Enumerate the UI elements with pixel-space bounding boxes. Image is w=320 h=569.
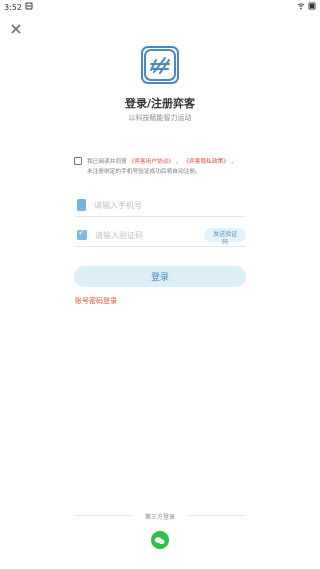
status-right [297, 2, 316, 12]
verification-icon [77, 228, 87, 240]
notification-icon [25, 2, 33, 12]
phone-input[interactable] [94, 200, 204, 210]
agreement-suffix: ， [230, 159, 237, 165]
agreement-text-block: 我已阅读并同意 《弈客用户协议》 、 《弈客隐私政策》 ， 未注册绑定的手机号验… [87, 157, 257, 177]
status-bar: 3:52 [0, 0, 320, 14]
third-party-label: 第三方登录 [144, 514, 175, 521]
agreement-separator: 、 [175, 159, 182, 165]
wechat-login-button[interactable] [151, 531, 169, 549]
privacy-policy-link[interactable]: 《弈客隐私政策》 [183, 159, 229, 165]
app-logo-icon [141, 46, 179, 84]
wifi-icon [297, 2, 305, 12]
phone-icon [77, 199, 86, 211]
status-left: 3:52 [4, 2, 33, 12]
user-agreement-link[interactable]: 《弈客用户协议》 [129, 159, 175, 165]
page-title: 登录/注册弈客 [124, 97, 196, 110]
password-login-link[interactable]: 账号密码登录 [75, 296, 117, 306]
login-button[interactable]: 登录 [74, 266, 246, 287]
wechat-icon [154, 531, 166, 550]
third-party-divider-right [188, 515, 246, 516]
send-code-button[interactable]: 发送验证码 [204, 228, 246, 246]
code-field[interactable]: 发送验证码 [75, 224, 246, 247]
page-subtitle: 以科技赋能智力运动 [128, 114, 192, 122]
battery-icon [308, 2, 316, 12]
agreement-checkbox[interactable] [74, 157, 82, 165]
close-icon[interactable]: × [9, 21, 23, 37]
phone-field[interactable] [75, 194, 246, 217]
verification-code-input[interactable] [95, 230, 205, 240]
agreement-prefix: 我已阅读并同意 [87, 159, 127, 165]
agreement-note: 未注册绑定的手机号验证成功后将自动注册。 [87, 169, 201, 175]
status-time: 3:52 [4, 2, 22, 12]
